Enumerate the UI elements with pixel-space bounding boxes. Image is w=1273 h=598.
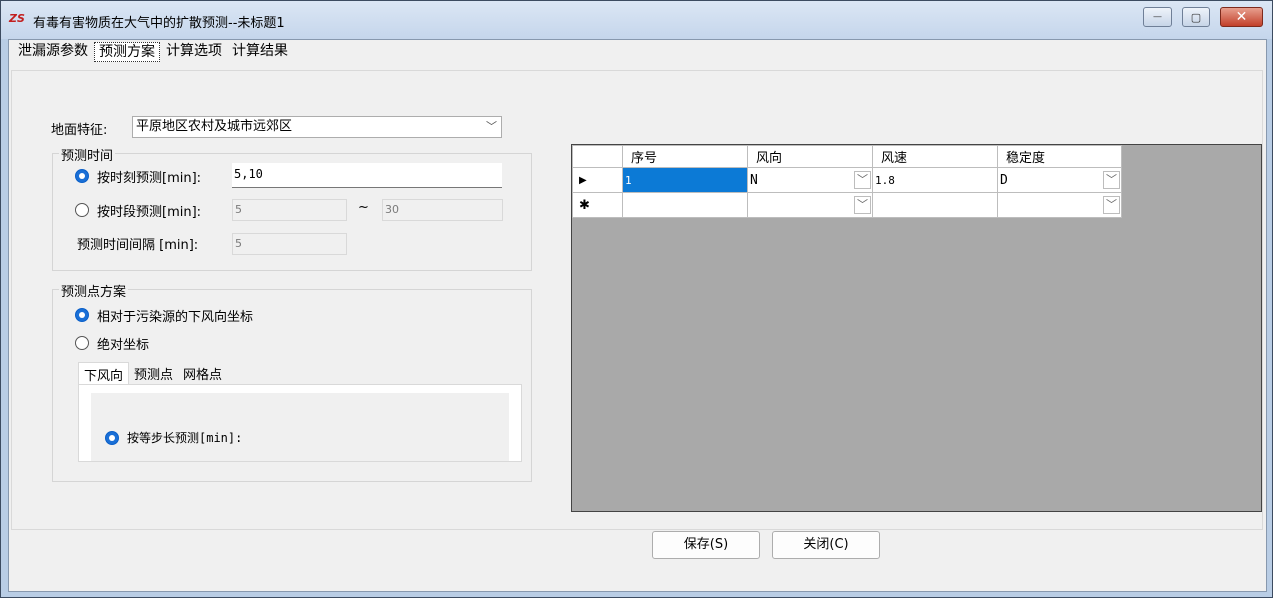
period-to-input[interactable]: 30: [382, 199, 503, 221]
downwind-content: 按等步长预测[min]:: [91, 393, 509, 461]
chevron-down-icon[interactable]: ﹀: [1103, 171, 1120, 189]
current-row-marker-icon: ▶: [572, 167, 623, 193]
close-window-button[interactable]: ✕: [1220, 7, 1263, 27]
interval-input[interactable]: 5: [232, 233, 347, 255]
by-moment-label: 按时刻预测[min]:: [97, 171, 202, 186]
cell-direction-value: [748, 198, 750, 213]
by-period-radio[interactable]: [75, 203, 89, 217]
close-icon: ✕: [1235, 9, 1248, 25]
table-row-new[interactable]: ✱ ﹀ ﹀: [572, 192, 1122, 218]
by-moment-radio[interactable]: [75, 169, 89, 183]
row-header-corner: [572, 145, 623, 168]
client-area: 泄漏源参数 预测方案 计算选项 计算结果 地面特征: 平原地区农村及城市远郊区 …: [8, 39, 1267, 592]
terrain-select[interactable]: 平原地区农村及城市远郊区 ﹀: [132, 116, 502, 138]
subtab-grid-points[interactable]: 网格点: [178, 362, 227, 384]
cell-stability-value: [998, 198, 1000, 213]
chevron-down-icon[interactable]: ﹀: [1103, 196, 1120, 214]
prediction-point-title: 预测点方案: [59, 281, 129, 300]
weather-data-grid[interactable]: 序号 风向 风速 稳定度 ▶ 1 N ﹀ 1.8 D ﹀ ✱ ﹀ ﹀: [571, 144, 1262, 512]
chevron-down-icon[interactable]: ﹀: [854, 196, 871, 214]
chevron-down-icon[interactable]: ﹀: [854, 171, 871, 189]
prediction-time-group: 预测时间 按时刻预测[min]: 5,10 按时段预测[min]: 5 ~ 30…: [52, 145, 532, 271]
cell-direction[interactable]: ﹀: [747, 192, 873, 218]
by-period-label: 按时段预测[min]:: [97, 205, 202, 220]
column-header-stability[interactable]: 稳定度: [997, 145, 1122, 168]
prediction-plan-panel: 地面特征: 平原地区农村及城市远郊区 ﹀ 预测时间 按时刻预测[min]: 5,…: [11, 70, 1263, 530]
column-header-direction[interactable]: 风向: [747, 145, 873, 168]
subtab-prediction-points[interactable]: 预测点: [129, 362, 178, 384]
cell-index[interactable]: 1: [622, 167, 748, 193]
cell-speed[interactable]: [872, 192, 998, 218]
close-button[interactable]: 关闭(C): [772, 531, 880, 559]
cell-direction-value: N: [750, 172, 758, 188]
title-bar[interactable]: ZS 有毒有害物质在大气中的扩散预测--未标题1 — ▢ ✕: [1, 1, 1272, 39]
weather-table: 序号 风向 风速 稳定度 ▶ 1 N ﹀ 1.8 D ﹀ ✱ ﹀ ﹀: [572, 145, 1122, 218]
chevron-down-icon: ﹀: [486, 120, 497, 133]
save-button[interactable]: 保存(S): [652, 531, 760, 559]
minimize-button[interactable]: —: [1143, 7, 1172, 27]
minimize-icon: —: [1153, 12, 1162, 22]
column-header-speed[interactable]: 风速: [872, 145, 998, 168]
by-moment-input[interactable]: 5,10: [232, 163, 502, 188]
tab-leak-source[interactable]: 泄漏源参数: [14, 42, 92, 62]
point-subtabs: 下风向 预测点 网格点: [78, 362, 227, 384]
window-title: 有毒有害物质在大气中的扩散预测--未标题1: [33, 16, 285, 31]
new-row-marker-icon: ✱: [572, 192, 623, 218]
maximize-button[interactable]: ▢: [1182, 7, 1210, 27]
period-tilde: ~: [358, 200, 369, 215]
downwind-subpanel: 按等步长预测[min]:: [78, 384, 522, 462]
cell-direction[interactable]: N ﹀: [747, 167, 873, 193]
prediction-point-group: 预测点方案 相对于污染源的下风向坐标 绝对坐标 下风向 预测点 网格点 按等步长…: [52, 281, 532, 482]
interval-label: 预测时间间隔 [min]:: [77, 238, 199, 253]
app-icon: ZS: [9, 12, 25, 25]
tab-prediction-plan[interactable]: 预测方案: [94, 42, 160, 62]
app-window: ZS 有毒有害物质在大气中的扩散预测--未标题1 — ▢ ✕ 泄漏源参数 预测方…: [0, 0, 1273, 598]
maximize-icon: ▢: [1190, 10, 1202, 24]
table-header-row: 序号 风向 风速 稳定度: [572, 145, 1122, 168]
tab-calc-options[interactable]: 计算选项: [162, 42, 226, 62]
relative-coord-label: 相对于污染源的下风向坐标: [97, 310, 254, 325]
tab-bar: 泄漏源参数 预测方案 计算选项 计算结果: [9, 40, 1266, 64]
cell-stability[interactable]: D ﹀: [997, 167, 1122, 193]
tab-calc-results[interactable]: 计算结果: [228, 42, 292, 62]
cell-stability-value: D: [1000, 172, 1008, 188]
period-from-input[interactable]: 5: [232, 199, 347, 221]
absolute-coord-label: 绝对坐标: [97, 338, 150, 353]
subtab-downwind[interactable]: 下风向: [78, 362, 130, 384]
terrain-value: 平原地区农村及城市远郊区: [136, 119, 293, 134]
equal-step-label: 按等步长预测[min]:: [127, 431, 243, 445]
prediction-time-title: 预测时间: [59, 145, 116, 164]
absolute-coord-radio[interactable]: [75, 336, 89, 350]
equal-step-radio[interactable]: [105, 431, 119, 445]
cell-stability[interactable]: ﹀: [997, 192, 1122, 218]
column-header-index[interactable]: 序号: [622, 145, 748, 168]
cell-index[interactable]: [622, 192, 748, 218]
terrain-label: 地面特征:: [51, 123, 108, 138]
cell-speed[interactable]: 1.8: [872, 167, 998, 193]
relative-coord-radio[interactable]: [75, 308, 89, 322]
table-row[interactable]: ▶ 1 N ﹀ 1.8 D ﹀: [572, 167, 1122, 193]
